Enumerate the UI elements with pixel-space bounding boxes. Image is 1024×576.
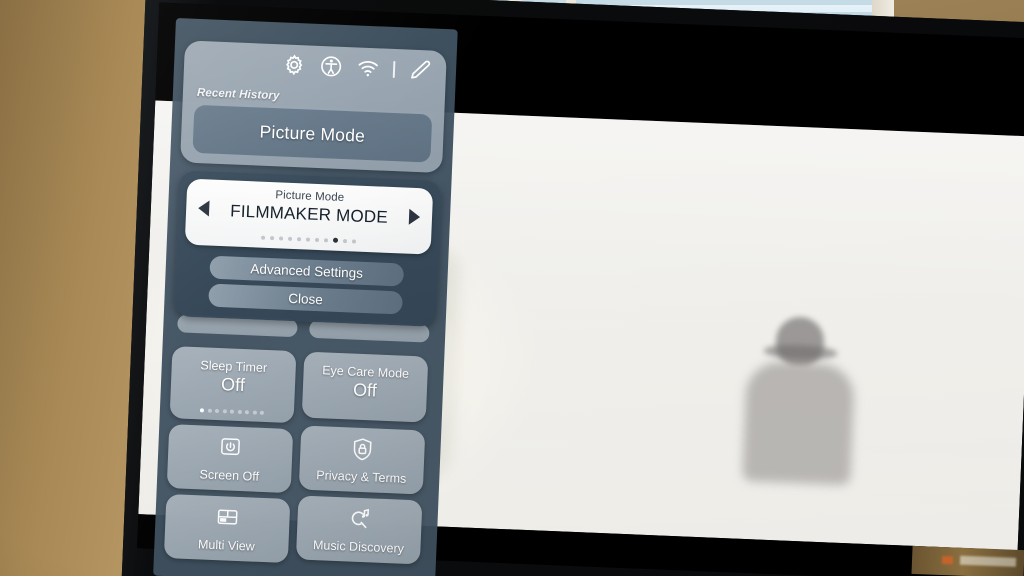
recent-history-label: Recent History [196,86,280,103]
divider-icon [392,60,396,78]
tile-eye-care-mode[interactable]: Eye Care Mode Off [301,351,429,423]
tile-pagination-dots[interactable] [170,407,294,416]
photo-scene: Recent History Picture Mode Picture Mode… [0,0,1024,576]
tile-label: Music Discovery [312,538,405,556]
pagination-dot[interactable] [323,237,328,242]
picture-mode-selector: Picture Mode FILMMAKER MODE [184,178,434,255]
pagination-dot[interactable] [214,408,219,414]
tile-screen-off[interactable]: Screen Off [166,424,294,494]
wifi-icon[interactable] [356,55,381,80]
pagination-dot[interactable] [244,410,249,415]
pagination-dot[interactable] [314,237,319,242]
pagination-dot[interactable] [342,238,347,243]
power-icon [215,435,246,462]
shield-lock-icon [347,436,378,463]
advanced-settings-button[interactable]: Advanced Settings [209,255,405,287]
pagination-dot[interactable] [278,235,283,241]
accessibility-icon[interactable] [319,54,344,79]
pagination-dot[interactable] [287,236,292,241]
pencil-icon[interactable] [408,58,433,83]
tile-value: Off [220,374,246,396]
picture-mode-dialog: Picture Mode FILMMAKER MODE Advanced Set… [173,170,442,327]
shelf-object [911,545,1024,576]
pagination-dot[interactable] [207,408,212,413]
tile-label: Multi View [197,537,256,554]
tile-sleep-timer[interactable]: Sleep Timer Off [169,346,297,424]
recent-history-item-picture-mode[interactable]: Picture Mode [192,104,433,163]
multi-view-icon [212,505,243,532]
background-figure [730,315,867,500]
pagination-dot[interactable] [252,410,257,415]
pagination-dot[interactable] [222,409,227,414]
close-button[interactable]: Close [208,283,403,315]
music-search-icon [344,506,375,533]
pagination-dot[interactable] [237,409,242,415]
tile-multi-view[interactable]: Multi View [163,494,291,564]
gear-icon[interactable] [282,52,307,77]
pagination-dot[interactable] [259,410,264,415]
quick-settings-panel: Recent History Picture Mode Picture Mode… [153,18,458,576]
pagination-dot[interactable] [260,235,265,240]
pagination-dot[interactable] [269,235,274,240]
pagination-dot[interactable] [351,238,356,244]
pagination-dot[interactable] [305,236,310,242]
recent-history-card: Recent History Picture Mode [180,40,447,174]
tile-privacy-terms[interactable]: Privacy & Terms [298,425,426,495]
pagination-dot[interactable] [229,409,234,414]
tile-music-discovery[interactable]: Music Discovery [295,495,423,565]
picture-mode-pagination-dots[interactable] [185,232,431,247]
pagination-dot[interactable] [296,236,301,241]
tile-label: Screen Off [199,467,260,484]
tile-value: Off [352,379,378,401]
header-icon-row [282,52,433,82]
pagination-dot[interactable] [332,237,338,243]
tile-label: Privacy & Terms [316,468,407,486]
pagination-dot[interactable] [199,408,205,413]
